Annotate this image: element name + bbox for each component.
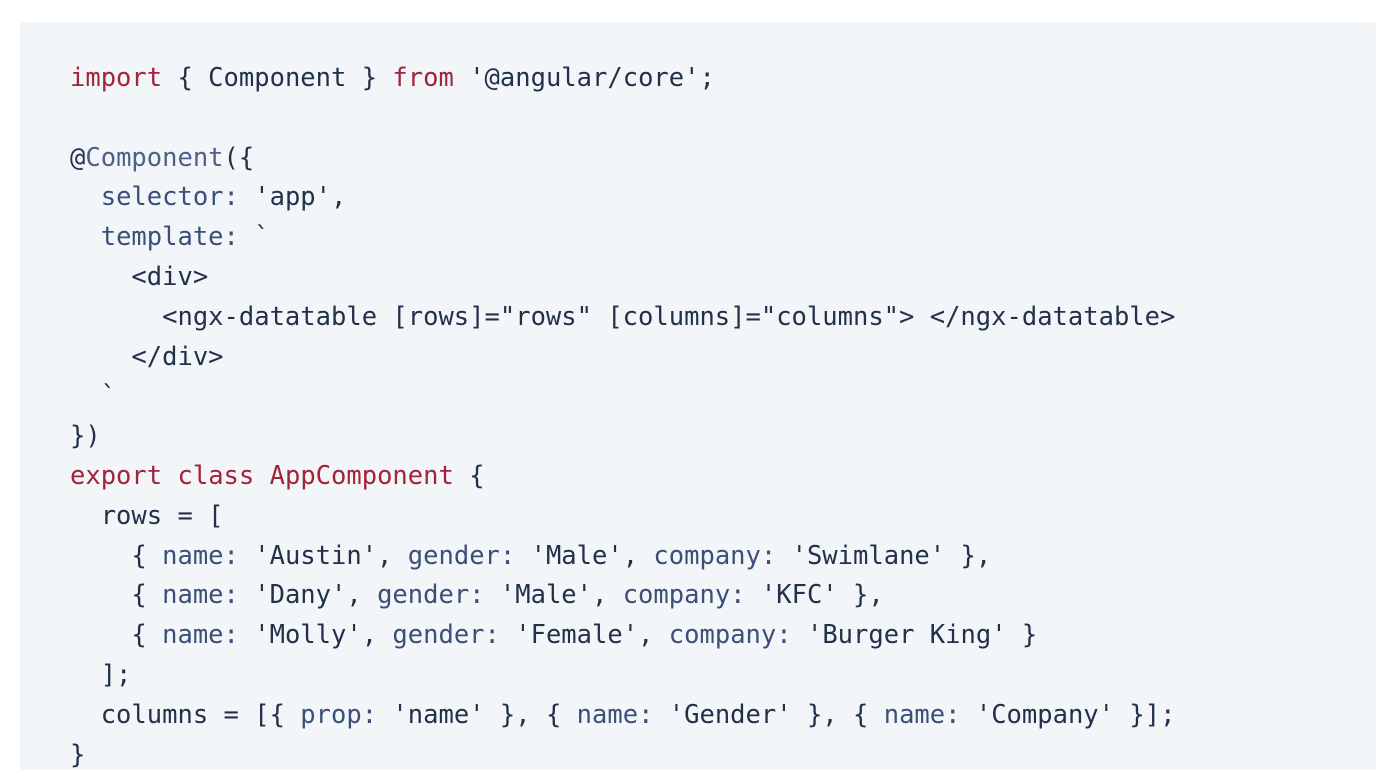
code-token-keyword: export [70, 460, 163, 491]
code-line: @Component({ [70, 139, 1376, 179]
code-line: { name: 'Molly', gender: 'Female', compa… [70, 616, 1376, 656]
code-token-plain: @ [70, 142, 86, 173]
code-line: selector: 'app', [70, 178, 1376, 218]
code-token-plain: rows = [ [70, 500, 224, 531]
code-token-keyword: import [70, 63, 163, 93]
code-line: columns = [{ prop: 'name' }, { name: 'Ge… [70, 696, 1376, 736]
code-token-plain: { Component } [162, 63, 393, 93]
code-token-property: name: [883, 699, 961, 730]
code-token-plain: 'Male', [515, 540, 654, 571]
code-token-plain: { [70, 620, 163, 651]
code-token-plain: { [70, 540, 163, 571]
code-token-plain: ({ [223, 142, 255, 173]
code-token-property: name: [162, 620, 239, 651]
code-line: { name: 'Dany', gender: 'Male', company:… [70, 576, 1376, 616]
code-token-plain: 'Dany', [238, 580, 378, 611]
code-token-keyword: class [177, 460, 255, 491]
code-token-property: gender: [407, 540, 516, 571]
code-token-property: company: [622, 580, 746, 611]
code-line: export class AppComponent { [70, 457, 1376, 497]
code-token-property: gender: [392, 620, 500, 651]
code-line: { name: 'Austin', gender: 'Male', compan… [70, 537, 1376, 577]
code-token-plain: 'Burger King' } [791, 620, 1038, 651]
code-token-plain: 'Female', [499, 620, 669, 651]
code-token-plain: { [70, 580, 163, 611]
code-token-property: prop: [300, 699, 378, 730]
code-token-property: name: [162, 580, 239, 611]
code-token-plain: </div> [70, 341, 224, 372]
code-token-plain: <ngx-datatable [rows]="rows" [columns]="… [70, 301, 1176, 332]
code-line: <div> [70, 258, 1376, 298]
code-token-plain: ` [238, 222, 270, 253]
code-token-plain: 'KFC' }, [745, 580, 884, 611]
code-token-plain: 'Molly', [238, 620, 393, 651]
code-token-plain: 'app', [238, 182, 347, 213]
code-line: }) [70, 417, 1376, 457]
code-token-property: template: [100, 222, 239, 253]
code-token-plain: 'name' }, { [377, 699, 577, 730]
code-line: ]; [70, 656, 1376, 696]
code-token-keyword: AppComponent [269, 460, 454, 491]
code-block: import { Component } from '@angular/core… [20, 22, 1376, 770]
code-token-plain: ]; [70, 659, 132, 690]
code-token-property: company: [668, 620, 792, 651]
code-token-plain: } [70, 739, 86, 770]
code-token-plain: '@angular/core'; [453, 63, 715, 93]
code-token-property: selector: [100, 182, 239, 213]
code-token-plain: 'Gender' }, { [653, 699, 884, 730]
code-token-plain: 'Swimlane' }, [776, 540, 992, 571]
code-token-plain: 'Male', [484, 580, 623, 611]
code-token-keyword: from [392, 63, 454, 93]
code-line: </div> [70, 338, 1376, 378]
code-token-property: gender: [377, 580, 485, 611]
code-token-plain: ` [70, 381, 117, 412]
code-token-decorator: Component [85, 142, 224, 173]
code-token-plain: }) [70, 421, 101, 452]
code-line: <ngx-datatable [rows]="rows" [columns]="… [70, 298, 1376, 338]
code-token-plain: 'Company' }]; [960, 699, 1176, 730]
code-token-property: company: [653, 540, 777, 571]
code-token-plain: 'Austin', [238, 540, 408, 571]
code-token-plain: columns = [{ [70, 699, 301, 730]
code-line: ` [70, 377, 1376, 417]
code-line: import { Component } from '@angular/core… [70, 59, 1376, 99]
code-token-property: name: [162, 540, 239, 571]
code-token-plain: { [453, 460, 485, 491]
code-line: } [70, 736, 1376, 776]
code-line: rows = [ [70, 497, 1376, 537]
code-line: template: ` [70, 218, 1376, 258]
code-token-property: name: [576, 699, 654, 730]
code-token-plain: <div> [70, 261, 209, 292]
